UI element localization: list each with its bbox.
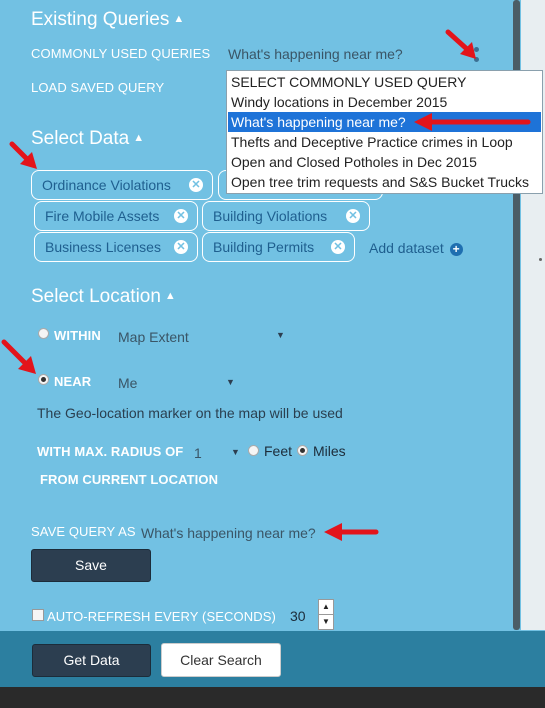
near-label: NEAR <box>54 374 92 389</box>
get-data-button[interactable]: Get Data <box>32 644 151 677</box>
dataset-chip[interactable]: Building Permits ✕ <box>202 232 355 262</box>
auto-refresh-label: AUTO-REFRESH EVERY (SECONDS) <box>47 609 276 624</box>
select-data-header[interactable]: Select Data ▲ <box>31 128 144 150</box>
remove-icon[interactable]: ✕ <box>174 209 188 223</box>
from-current-location-label: FROM CURRENT LOCATION <box>40 472 219 487</box>
clear-search-button[interactable]: Clear Search <box>161 643 281 677</box>
refresh-stepper[interactable]: ▲ ▼ <box>318 599 334 630</box>
annotation-arrow-icon <box>414 113 531 131</box>
chevron-up-icon: ▲ <box>173 13 185 25</box>
dropdown-option[interactable]: Open tree trim requests and S&S Bucket T… <box>228 172 541 192</box>
add-dataset-link[interactable]: Add dataset + <box>369 240 463 256</box>
select-data-title: Select Data <box>31 128 130 149</box>
select-location-header[interactable]: Select Location ▲ <box>31 286 176 308</box>
auto-refresh-value[interactable]: 30 <box>290 608 306 624</box>
geo-location-note: The Geo-location marker on the map will … <box>37 405 343 421</box>
save-query-label: SAVE QUERY AS <box>31 524 136 539</box>
dropdown-option[interactable]: Thefts and Deceptive Practice crimes in … <box>228 132 541 152</box>
annotation-arrow-icon <box>9 141 37 169</box>
within-label: WITHIN <box>54 328 101 343</box>
dataset-chip-label: Fire Mobile Assets <box>45 208 160 224</box>
dataset-chip-label: Business Licenses <box>45 239 161 255</box>
annotation-arrow-icon <box>1 339 36 374</box>
feet-label: Feet <box>264 443 293 459</box>
plus-circle-icon: + <box>449 243 463 256</box>
commonly-used-label: COMMONLY USED QUERIES <box>31 46 211 61</box>
dataset-chip-label: Ordinance Violations <box>42 177 171 193</box>
caret-down-icon: ▼ <box>226 377 235 387</box>
map-dot <box>539 258 542 261</box>
remove-icon[interactable]: ✕ <box>174 240 188 254</box>
within-select[interactable]: Map Extent <box>118 329 189 345</box>
feet-radio[interactable] <box>248 445 259 456</box>
load-saved-query-label: LOAD SAVED QUERY <box>31 80 165 95</box>
auto-refresh-checkbox[interactable] <box>32 609 44 621</box>
dataset-chip[interactable]: Ordinance Violations ✕ <box>31 170 213 200</box>
remove-icon[interactable]: ✕ <box>346 209 360 223</box>
remove-icon[interactable]: ✕ <box>189 178 203 192</box>
save-button[interactable]: Save <box>31 549 151 582</box>
bottom-bar <box>0 687 545 708</box>
remove-icon[interactable]: ✕ <box>331 240 345 254</box>
save-query-input[interactable]: What's happening near me? <box>141 525 316 541</box>
caret-down-icon: ▼ <box>231 447 240 457</box>
dropdown-option[interactable]: Open and Closed Potholes in Dec 2015 <box>228 152 541 172</box>
dataset-chip[interactable]: Building Violations ✕ <box>202 201 370 231</box>
near-select[interactable]: Me <box>118 375 137 391</box>
dropdown-option[interactable]: SELECT COMMONLY USED QUERY <box>228 72 541 92</box>
add-dataset-label: Add dataset <box>369 240 444 256</box>
caret-down-icon: ▼ <box>276 330 285 340</box>
annotation-arrow-icon <box>324 523 379 541</box>
dataset-chip-label: Building Permits <box>213 239 315 255</box>
annotation-arrow-icon <box>445 29 476 59</box>
miles-radio[interactable] <box>297 445 308 456</box>
select-location-title: Select Location <box>31 286 161 307</box>
miles-label: Miles <box>313 443 346 459</box>
existing-queries-title: Existing Queries <box>31 9 170 30</box>
max-radius-label: WITH MAX. RADIUS OF <box>37 444 184 459</box>
existing-queries-header[interactable]: Existing Queries ▲ <box>31 9 184 31</box>
chevron-up-icon: ▲ <box>133 132 145 144</box>
dataset-chip-label: Building Violations <box>213 208 328 224</box>
dataset-chip[interactable]: Business Licenses ✕ <box>34 232 198 262</box>
stepper-up-icon[interactable]: ▲ <box>319 600 333 615</box>
commonly-used-select[interactable]: What's happening near me? <box>228 46 403 62</box>
radius-select[interactable]: 1 <box>194 445 202 461</box>
dataset-chip[interactable]: Fire Mobile Assets ✕ <box>34 201 198 231</box>
dropdown-option[interactable]: Windy locations in December 2015 <box>228 92 541 112</box>
stepper-down-icon[interactable]: ▼ <box>319 615 333 629</box>
chevron-up-icon: ▲ <box>164 290 176 302</box>
